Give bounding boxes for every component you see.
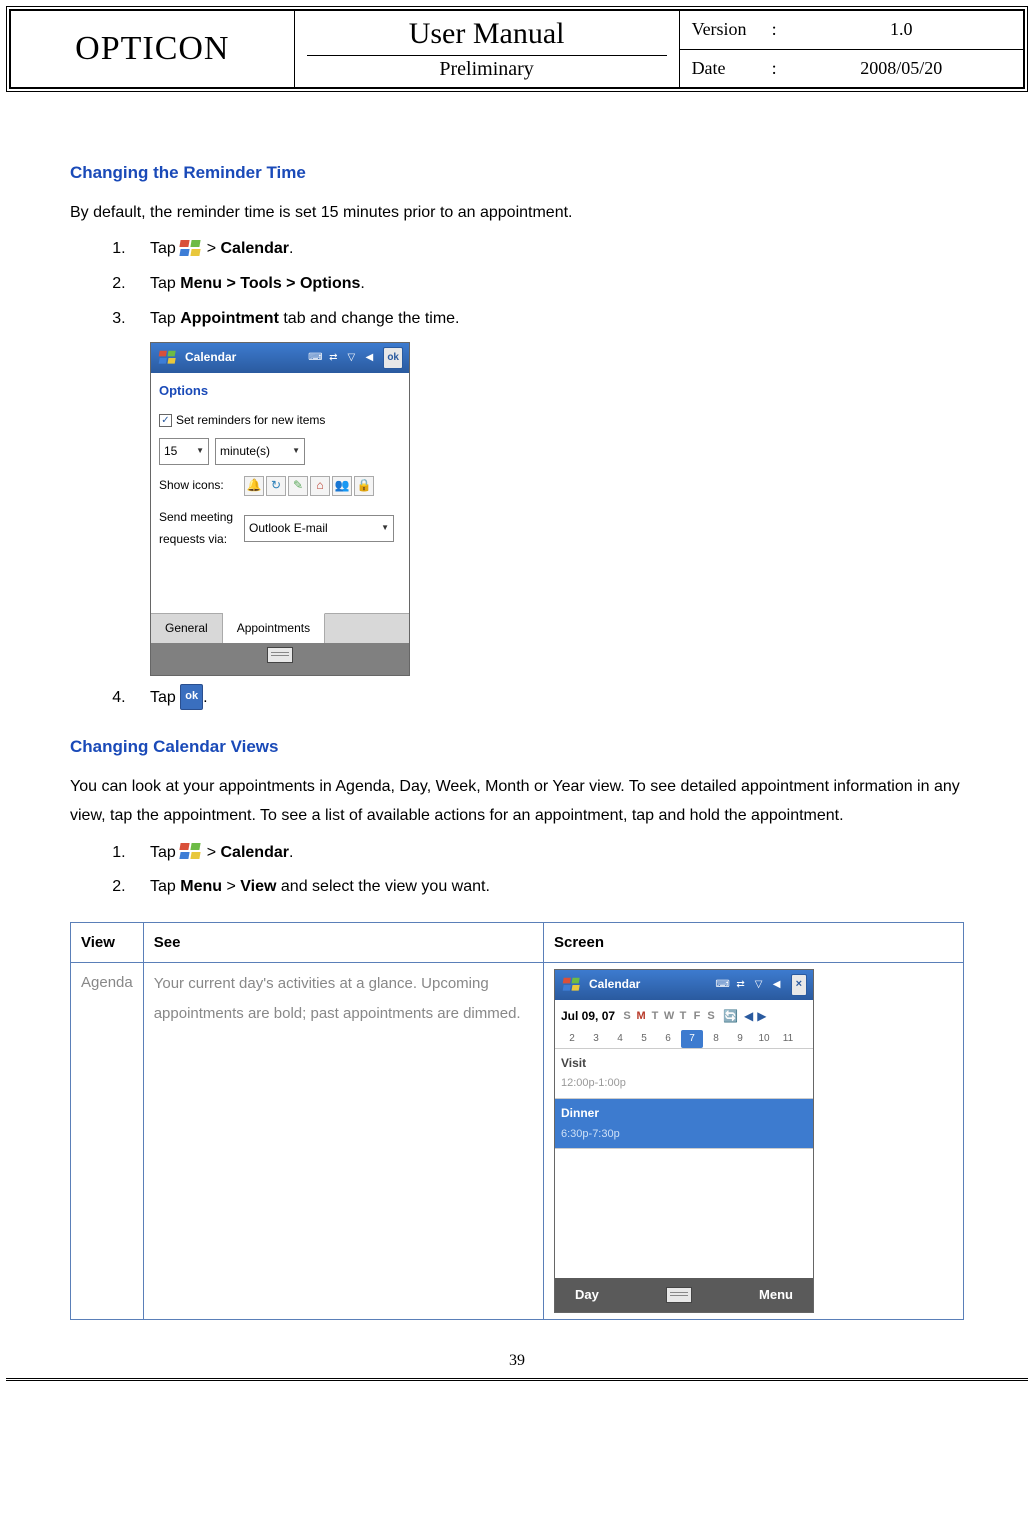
options-titlebar: Calendar ⌨ ⇄ ▽ ◀ ok <box>151 343 409 373</box>
step3: Tap Appointment tab and change the time.… <box>130 305 964 676</box>
tab-appointments[interactable]: Appointments <box>223 613 325 644</box>
appt-title: Dinner <box>561 1103 807 1125</box>
content: Changing the Reminder Time By default, t… <box>0 98 1034 1340</box>
connection-icon[interactable]: ⇄ <box>325 351 341 365</box>
version-cell: Version : 1.0 <box>679 11 1023 50</box>
reminder-value-select[interactable]: 15 ▼ <box>159 438 209 466</box>
titlebar-text: Calendar <box>185 347 301 369</box>
screen-cell: Calendar ⌨ ⇄ ▽ ◀ × Jul 09, 07 <box>544 963 964 1320</box>
page-number: 39 <box>0 1340 1034 1378</box>
doc-subtitle: Preliminary <box>307 55 667 81</box>
chevron-down-icon: ▼ <box>196 444 204 458</box>
version-label: Version <box>692 19 772 40</box>
appt-time: 12:00p-1:00p <box>561 1074 807 1094</box>
sip-bar[interactable] <box>151 643 409 674</box>
windows-icon <box>180 843 202 861</box>
week-letters[interactable]: S M T W T F S <box>621 1007 717 1027</box>
connection-icon[interactable]: ⇄ <box>733 978 749 992</box>
volume-icon[interactable]: ◀ <box>361 351 377 365</box>
section1-steps: Tap > Calendar. Tap Menu > Tools > Optio… <box>130 235 964 712</box>
chevron-down-icon: ▼ <box>381 521 389 535</box>
options-screenshot: Calendar ⌨ ⇄ ▽ ◀ ok Options ✓ Set remind… <box>150 342 410 676</box>
send-via-label: Send meeting requests via: <box>159 507 244 550</box>
softkey-bar: Day Menu <box>555 1278 813 1311</box>
appointment-item[interactable]: Visit 12:00p-1:00p <box>555 1048 813 1098</box>
softkey-left[interactable]: Day <box>575 1283 599 1306</box>
doc-title-cell: User Manual Preliminary <box>294 11 679 88</box>
section1-title: Changing the Reminder Time <box>70 158 964 189</box>
volume-icon[interactable]: ◀ <box>769 978 785 992</box>
keyboard-icon[interactable] <box>267 647 293 663</box>
private-icon[interactable]: 🔒 <box>354 476 374 496</box>
status-icons: ⌨ ⇄ ▽ ◀ <box>307 351 377 365</box>
tab-general[interactable]: General <box>151 614 223 644</box>
section1-intro: By default, the reminder time is set 15 … <box>70 199 964 228</box>
softkey-right[interactable]: Menu <box>759 1283 793 1306</box>
table-row: Agenda Your current day's activities at … <box>71 963 964 1320</box>
col-view: View <box>71 923 144 963</box>
close-button[interactable]: × <box>791 974 807 996</box>
date-value: 2008/05/20 <box>792 58 1011 79</box>
status-icons: ⌨ ⇄ ▽ ◀ <box>715 978 785 992</box>
location-icon[interactable]: ⌂ <box>310 476 330 496</box>
s2-step2: Tap Menu > View and select the view you … <box>130 873 964 902</box>
agenda-titlebar: Calendar ⌨ ⇄ ▽ ◀ × <box>555 970 813 1000</box>
agenda-screenshot: Calendar ⌨ ⇄ ▽ ◀ × Jul 09, 07 <box>554 969 814 1313</box>
version-value: 1.0 <box>792 19 1011 40</box>
send-via-select[interactable]: Outlook E-mail ▼ <box>244 515 394 543</box>
view-name: Agenda <box>71 963 144 1320</box>
show-icons-buttons: 🔔 ↻ ✎ ⌂ 👥 🔒 <box>244 476 374 496</box>
windows-icon <box>180 240 202 258</box>
views-table: View See Screen Agenda Your current day'… <box>70 922 964 1320</box>
bell-icon[interactable]: 🔔 <box>244 476 264 496</box>
reminder-unit-select[interactable]: minute(s) ▼ <box>215 438 305 466</box>
signal-icon[interactable]: ▽ <box>343 351 359 365</box>
header-frame: OPTICON User Manual Preliminary Version … <box>6 6 1028 92</box>
recurrence-icon[interactable]: ↻ <box>266 476 286 496</box>
next-arrow-icon[interactable]: ▶ <box>757 1006 766 1028</box>
appointment-item-selected[interactable]: Dinner 6:30p-7:30p <box>555 1098 813 1148</box>
section2-title: Changing Calendar Views <box>70 732 964 763</box>
ok-icon: ok <box>180 684 203 710</box>
options-heading: Options <box>159 379 401 402</box>
col-screen: Screen <box>544 923 964 963</box>
brand: OPTICON <box>11 11 295 88</box>
windows-icon[interactable] <box>159 351 177 365</box>
step4: Tap ok. <box>130 684 964 713</box>
options-body: Options ✓ Set reminders for new items 15… <box>151 373 409 613</box>
checkbox-label: Set reminders for new items <box>176 410 325 432</box>
date-cell: Date : 2008/05/20 <box>679 49 1023 88</box>
doc-title: User Manual <box>307 17 667 51</box>
sync-icon[interactable]: 🔄 <box>723 1006 738 1028</box>
s2-step1: Tap > Calendar. <box>130 839 964 868</box>
attendees-icon[interactable]: 👥 <box>332 476 352 496</box>
reminder-checkbox-row[interactable]: ✓ Set reminders for new items <box>159 410 401 432</box>
col-see: See <box>143 923 543 963</box>
header-table: OPTICON User Manual Preliminary Version … <box>10 10 1024 88</box>
show-icons-label: Show icons: <box>159 475 244 497</box>
view-desc: Your current day's activities at a glanc… <box>143 963 543 1320</box>
signal-icon[interactable]: ▽ <box>751 978 767 992</box>
day-numbers[interactable]: 2 3 4 5 6 7 8 9 10 11 <box>561 1030 807 1048</box>
step1: Tap > Calendar. <box>130 235 964 264</box>
keyboard-icon[interactable] <box>666 1287 692 1303</box>
keyboard-status-icon[interactable]: ⌨ <box>715 978 731 992</box>
checkbox-icon[interactable]: ✓ <box>159 414 172 427</box>
appt-time: 6:30p-7:30p <box>561 1125 807 1145</box>
ok-button[interactable]: ok <box>383 347 403 369</box>
section2-intro: You can look at your appointments in Age… <box>70 773 964 831</box>
appt-title: Visit <box>561 1053 807 1075</box>
prev-arrow-icon[interactable]: ◀ <box>744 1006 753 1028</box>
keyboard-status-icon[interactable]: ⌨ <box>307 351 323 365</box>
section2-steps: Tap > Calendar. Tap Menu > View and sele… <box>130 839 964 903</box>
step2: Tap Menu > Tools > Options. <box>130 270 964 299</box>
chevron-down-icon: ▼ <box>292 444 300 458</box>
current-date[interactable]: Jul 09, 07 <box>561 1006 615 1028</box>
footer-rule <box>6 1378 1028 1381</box>
note-icon[interactable]: ✎ <box>288 476 308 496</box>
date-label: Date <box>692 58 772 79</box>
windows-icon[interactable] <box>563 978 581 992</box>
agenda-empty-area <box>555 1148 813 1278</box>
titlebar-text: Calendar <box>589 974 709 996</box>
